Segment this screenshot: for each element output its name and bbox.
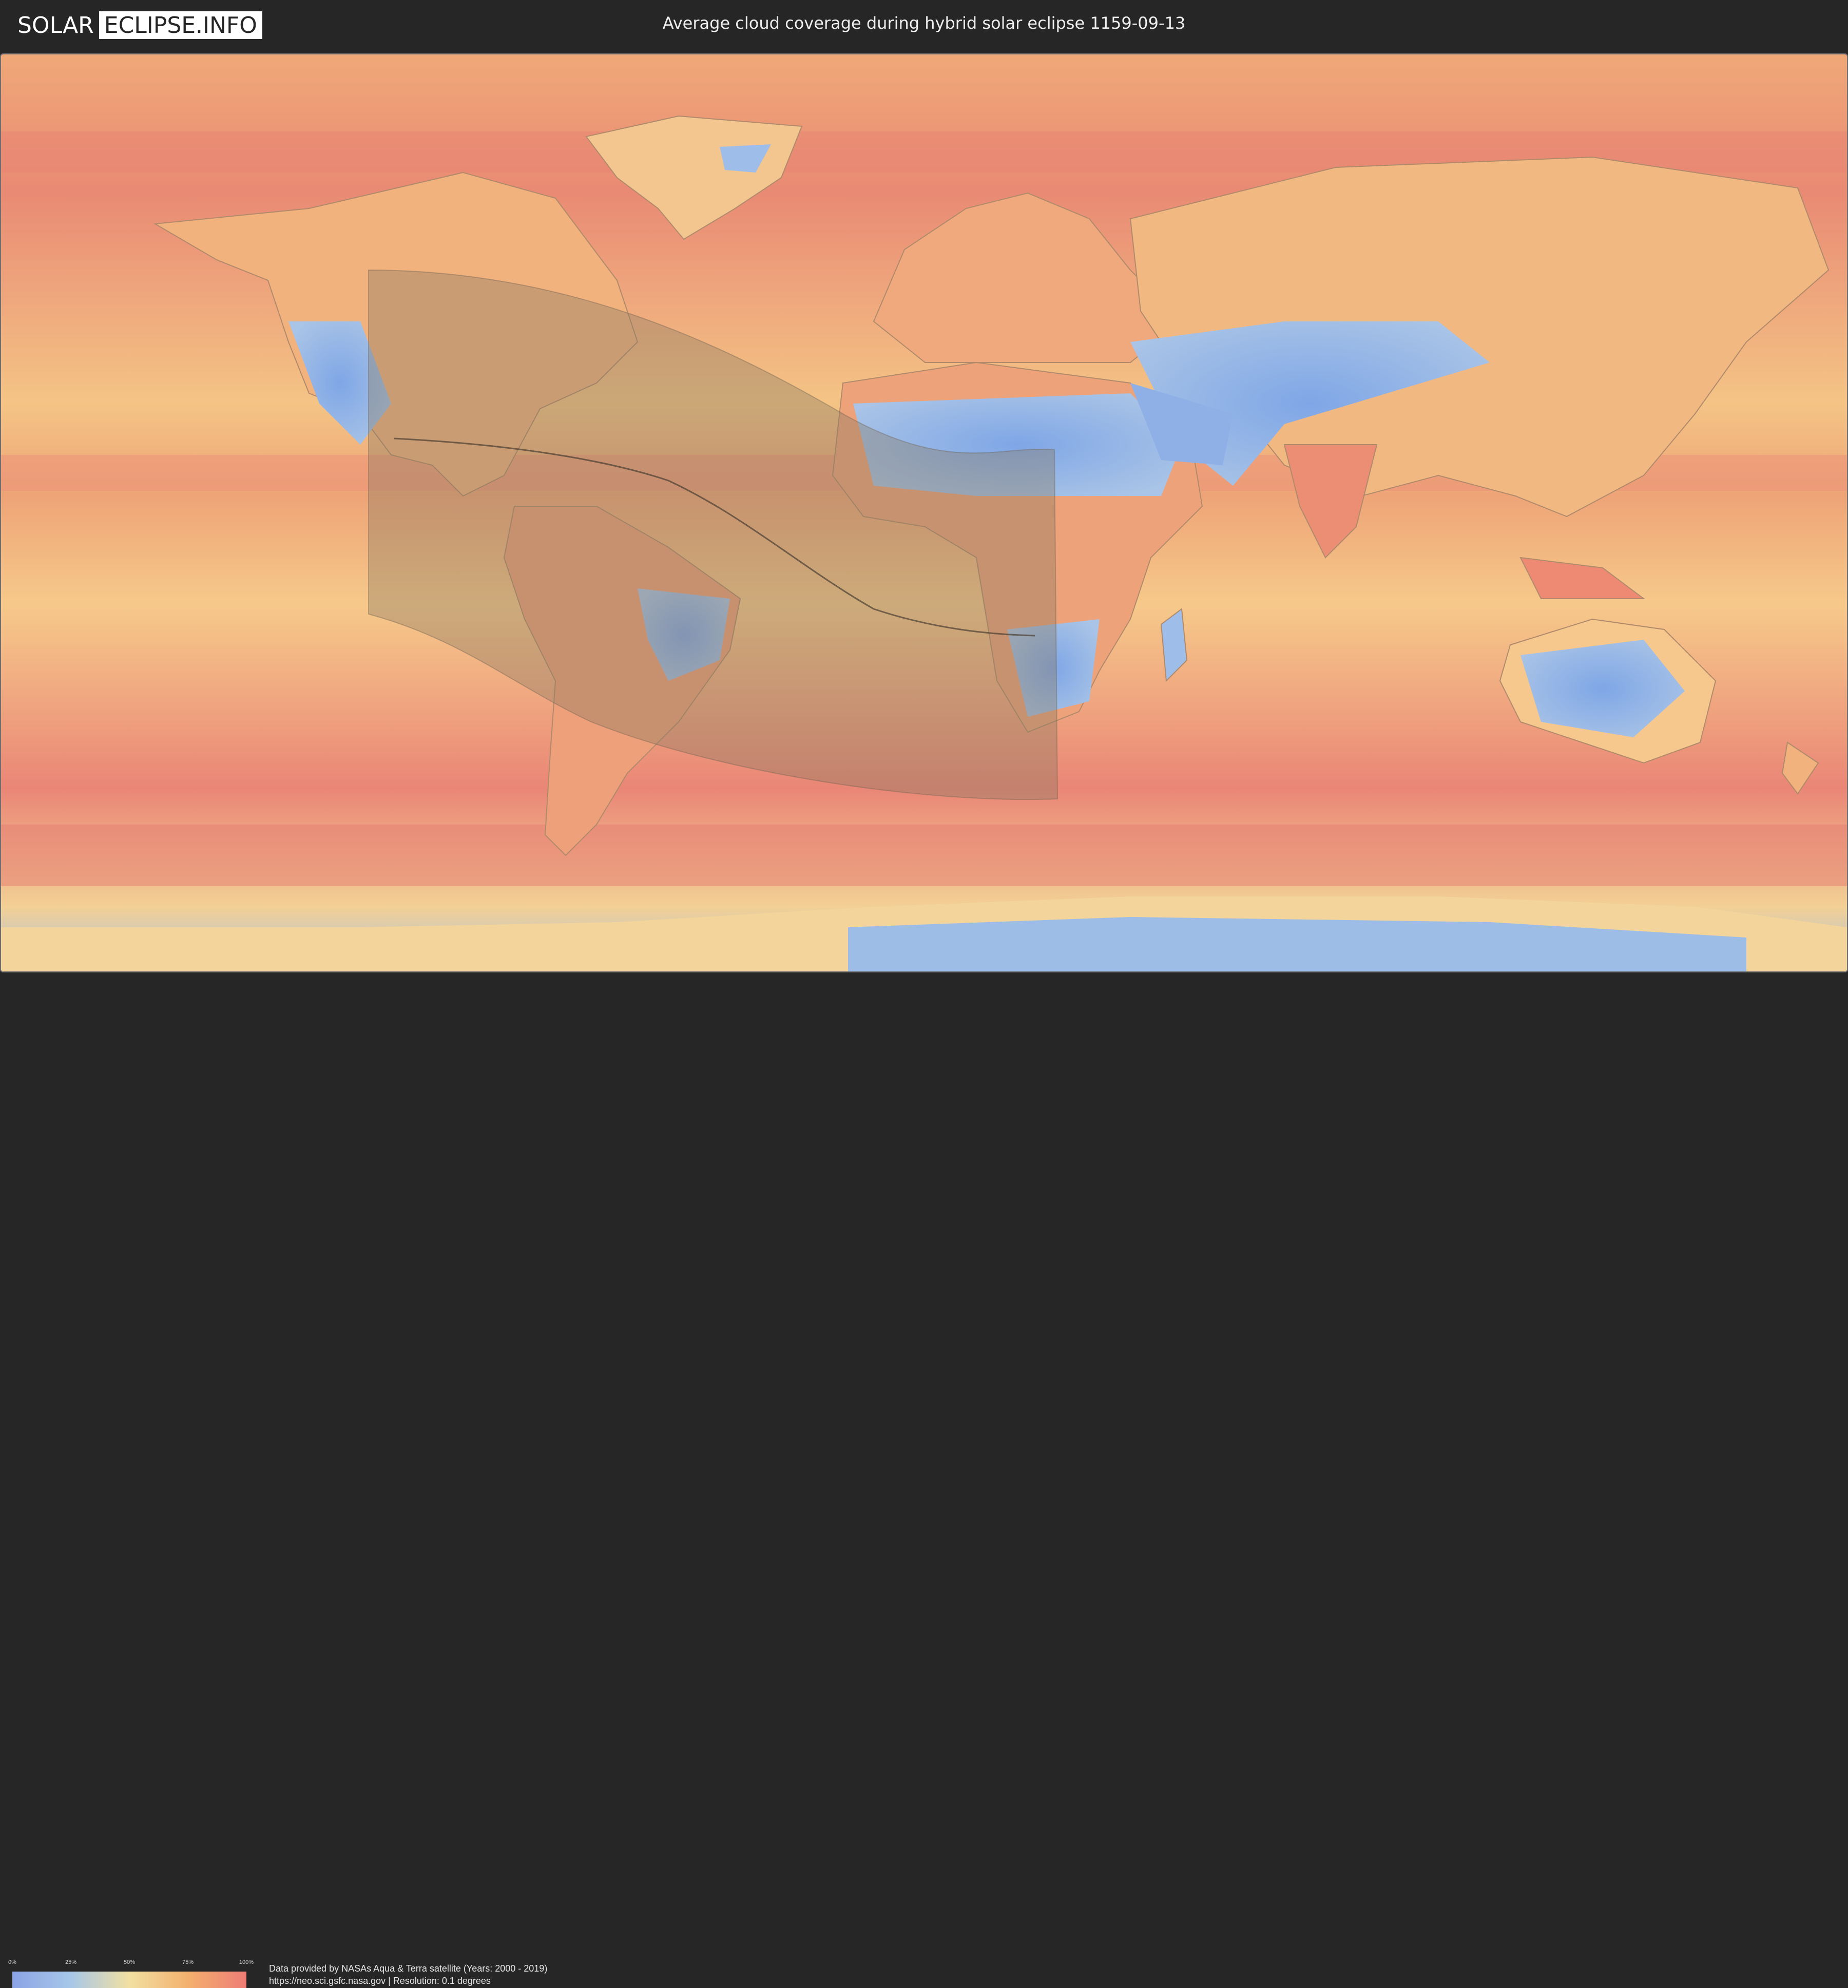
footer-bar: 0% 25% 50% 75% 100% Data provided by NAS… bbox=[0, 973, 1848, 1988]
legend-tick-75: 75% bbox=[182, 1959, 194, 1965]
map-svg bbox=[1, 54, 1847, 971]
legend-tick-50: 50% bbox=[123, 1959, 136, 1965]
data-source-url[interactable]: https://neo.sci.gsfc.nasa.gov | Resoluti… bbox=[269, 1976, 491, 1986]
color-legend: 0% 25% 50% 75% 100% bbox=[8, 1959, 254, 1988]
data-credit: Data provided by NASAs Aqua & Terra sate… bbox=[269, 1963, 548, 1974]
legend-tick-0: 0% bbox=[8, 1959, 16, 1965]
header-bar: SOLAR ECLIPSE.INFO Average cloud coverag… bbox=[0, 0, 1848, 51]
legend-tick-100: 100% bbox=[239, 1959, 254, 1965]
cloud-coverage-map[interactable] bbox=[0, 53, 1848, 972]
legend-gradient-bar bbox=[12, 1972, 246, 1988]
legend-tick-25: 25% bbox=[65, 1959, 77, 1965]
page-title: Average cloud coverage during hybrid sol… bbox=[662, 13, 1186, 33]
